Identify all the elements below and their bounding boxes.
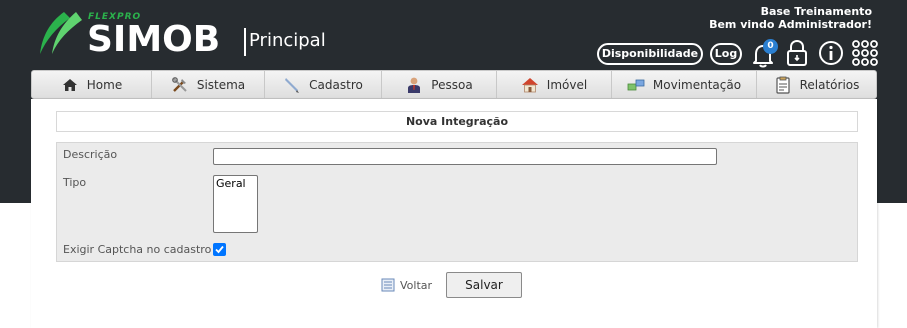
house-icon — [521, 77, 538, 92]
main-content: Nova Integração Descrição Tipo Geral Exi… — [31, 99, 877, 328]
captcha-label: Exigir Captcha no cadastro — [63, 243, 212, 256]
menu-label-cadastro: Cadastro — [309, 77, 363, 92]
save-button[interactable]: Salvar — [446, 272, 522, 298]
menu-label-imovel: Imóvel — [546, 77, 588, 92]
availability-button[interactable]: Disponibilidade — [597, 43, 703, 65]
menu-item-imovel[interactable]: Imóvel — [497, 71, 612, 98]
descricao-label: Descrição — [63, 148, 118, 161]
integration-form: Descrição Tipo Geral Exigir Captcha no c… — [56, 142, 858, 262]
app-logo[interactable]: FLEXPRO SIMOB Principal — [36, 10, 336, 62]
home-icon — [62, 78, 77, 91]
person-icon — [408, 77, 421, 93]
menu-label-pessoa: Pessoa — [431, 77, 473, 92]
menu-item-relatorios[interactable]: Relatórios — [757, 71, 876, 98]
apps-grid-icon[interactable] — [851, 39, 879, 67]
tipo-label: Tipo — [63, 176, 87, 189]
menu-label-sistema: Sistema — [196, 77, 246, 92]
brand-separator — [244, 28, 246, 56]
menu-item-pessoa[interactable]: Pessoa — [382, 71, 497, 98]
descricao-input[interactable] — [213, 148, 717, 165]
captcha-checkbox[interactable] — [213, 243, 226, 256]
back-link[interactable]: Voltar — [381, 278, 432, 292]
environment-name: Base Treinamento — [760, 5, 872, 18]
list-icon — [381, 278, 395, 292]
menu-label-movimentacao: Movimentação — [652, 77, 742, 92]
menu-label-home: Home — [86, 77, 123, 92]
brand-name: SIMOB — [87, 19, 221, 60]
main-menu: Home Sistema Cadastro Pessoa Imóvel Movi… — [31, 70, 877, 99]
menu-item-home[interactable]: Home — [32, 71, 152, 98]
report-icon — [776, 76, 790, 94]
brand-section: Principal — [249, 30, 326, 51]
form-title: Nova Integração — [56, 111, 858, 132]
tools-icon — [171, 76, 187, 92]
back-label: Voltar — [400, 278, 433, 292]
user-greeting: Base Treinamento Bem vindo Administrador… — [709, 5, 872, 31]
exchange-icon — [627, 79, 645, 90]
checkmark-icon — [215, 245, 224, 254]
log-button[interactable]: Log — [710, 43, 742, 65]
info-icon[interactable] — [818, 40, 844, 66]
tipo-option-geral[interactable]: Geral — [214, 176, 257, 191]
menu-item-cadastro[interactable]: Cadastro — [265, 71, 382, 98]
menu-item-sistema[interactable]: Sistema — [152, 71, 265, 98]
menu-label-relatorios: Relatórios — [799, 77, 860, 92]
menu-item-movimentacao[interactable]: Movimentação — [612, 71, 757, 98]
lock-icon[interactable] — [785, 39, 809, 67]
tipo-listbox[interactable]: Geral — [213, 175, 258, 233]
notification-badge: 0 — [763, 39, 778, 54]
welcome-message: Bem vindo Administrador! — [709, 18, 872, 31]
pen-icon — [285, 77, 300, 93]
